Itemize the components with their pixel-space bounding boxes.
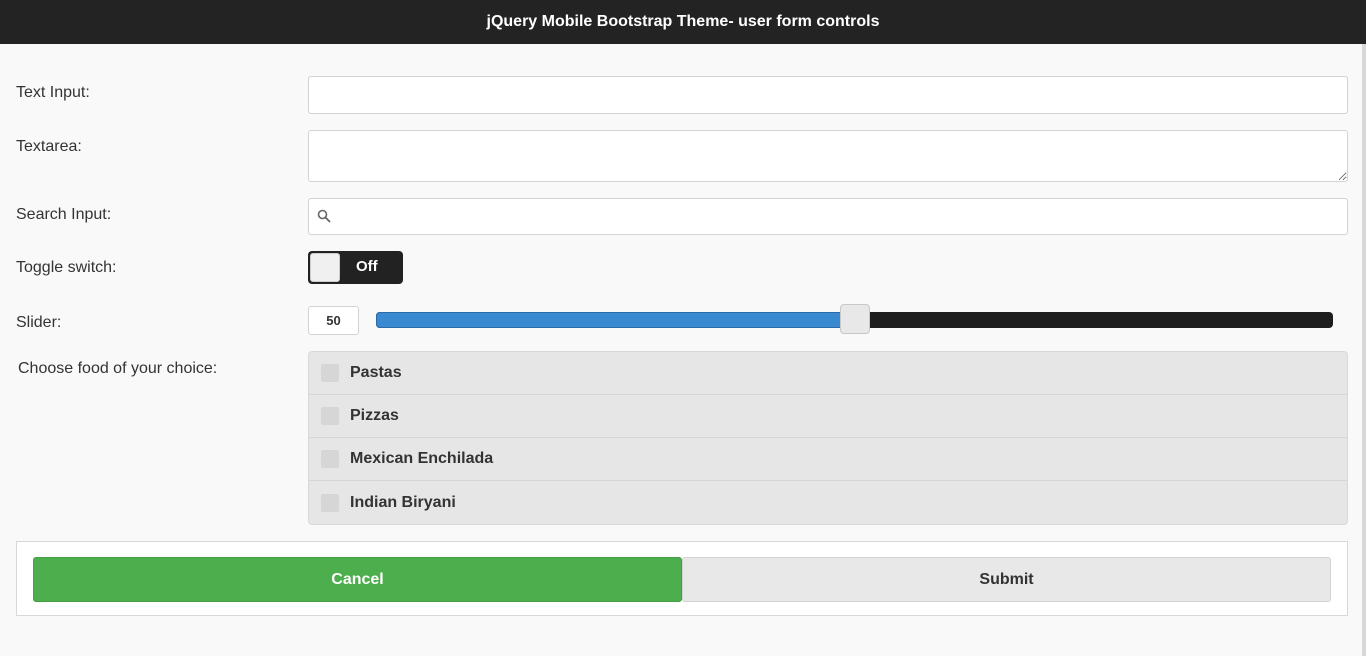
slider-handle[interactable] [840,304,870,334]
page-title: jQuery Mobile Bootstrap Theme- user form… [486,13,880,30]
cancel-button[interactable]: Cancel [33,557,682,602]
checkbox-label: Pastas [350,364,402,381]
text-input-field[interactable] [308,76,1348,114]
food-checkbox-group: Pastas Pizzas Mexican Enchilada Indian B… [308,351,1348,525]
checkbox-icon[interactable] [321,407,339,425]
textarea-field[interactable] [308,130,1348,182]
checkbox-label: Indian Biryani [350,493,456,511]
checkbox-icon[interactable] [321,493,339,512]
checkbox-icon[interactable] [321,450,339,468]
textarea-label: Textarea: [16,138,82,155]
checkbox-item-indian-biryani[interactable]: Indian Biryani [309,481,1347,524]
slider-track[interactable] [376,304,1333,334]
toggle-state-text: Off [356,258,378,275]
search-input[interactable] [308,198,1348,235]
button-bar: Cancel Submit [16,541,1348,616]
scrollbar[interactable] [1362,44,1366,656]
food-choice-label: Choose food of your choice: [18,360,218,377]
slider-value-input[interactable]: 50 [308,306,359,335]
checkbox-item-pizzas[interactable]: Pizzas [309,395,1347,438]
text-input-label: Text Input: [16,84,90,101]
checkbox-label: Mexican Enchilada [350,450,494,467]
checkbox-icon[interactable] [321,364,339,382]
submit-button[interactable]: Submit [682,557,1331,602]
slider-fill [376,312,855,328]
toggle-knob[interactable] [310,253,340,282]
toggle-switch-label: Toggle switch: [16,259,117,276]
search-input-wrapper [308,198,1348,235]
search-icon [317,209,331,223]
page-header: jQuery Mobile Bootstrap Theme- user form… [0,0,1366,44]
toggle-switch[interactable]: Off [308,251,403,284]
search-input-label: Search Input: [16,206,112,223]
slider-label: Slider: [16,314,62,331]
checkbox-label: Pizzas [350,407,399,424]
checkbox-item-mexican-enchilada[interactable]: Mexican Enchilada [309,438,1347,481]
checkbox-item-pastas[interactable]: Pastas [309,352,1347,395]
